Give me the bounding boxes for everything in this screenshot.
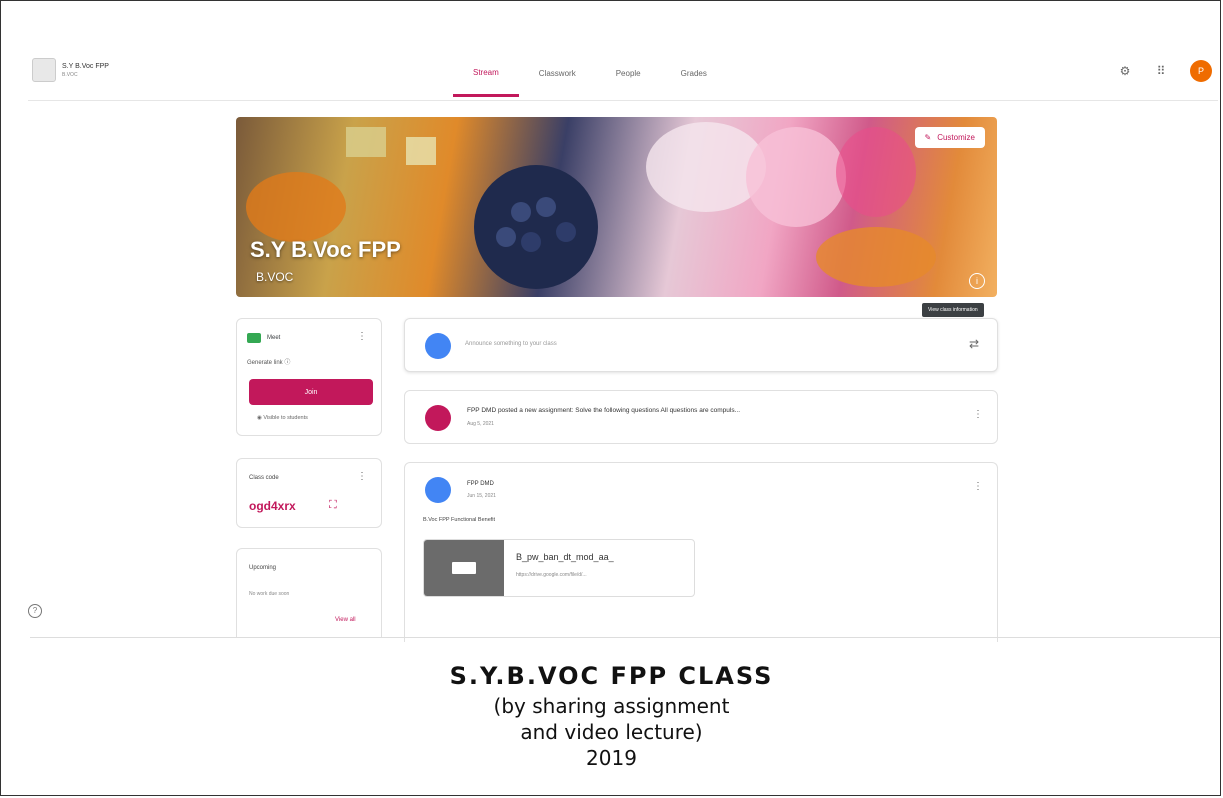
class-brand[interactable]: S.Y B.Voc FPP B.VOC	[32, 58, 109, 82]
author-avatar	[425, 477, 451, 503]
more-vert-icon[interactable]: ⋮	[973, 481, 983, 492]
banner-section: B.VOC	[256, 270, 294, 284]
post-body: B.Voc FPP Functional Benefit	[423, 517, 496, 523]
class-code-value: ogd4xrx	[249, 499, 296, 513]
visibility-note: ◉ Visible to students	[257, 415, 308, 421]
stream-post: FPP DMD Jun 15, 2021 ⋮ B.Voc FPP Functio…	[404, 462, 998, 642]
class-tabs: Stream Classwork People Grades	[453, 50, 727, 100]
meet-icon	[247, 333, 261, 343]
class-code-label: Class code	[249, 475, 279, 481]
visibility-label: Visible to students	[263, 415, 308, 421]
announce-placeholder: Announce something to your class	[465, 341, 557, 347]
assignment-date: Aug 5, 2021	[467, 421, 494, 427]
caption-title: S.Y.B.VOC FPP CLASS	[449, 662, 774, 690]
class-code-card: Class code ⋮ ogd4xrx ⛶	[236, 458, 382, 528]
caption: S.Y.B.VOC FPP CLASS (by sharing assignme…	[0, 662, 1223, 770]
upcoming-title: Upcoming	[249, 565, 277, 571]
assignment-text: FPP DMD posted a new assignment: Solve t…	[467, 407, 741, 414]
tab-classwork[interactable]: Classwork	[519, 50, 596, 97]
class-name: S.Y B.Voc FPP	[62, 62, 109, 70]
upcoming-card: Upcoming No work due soon View all	[236, 548, 382, 638]
tab-people[interactable]: People	[596, 50, 661, 97]
top-app-bar: S.Y B.Voc FPP B.VOC Stream Classwork Peo…	[28, 50, 1218, 101]
fullscreen-icon[interactable]: ⛶	[329, 499, 337, 512]
assignment-item[interactable]: FPP DMD posted a new assignment: Solve t…	[404, 390, 998, 444]
assignment-icon	[425, 405, 451, 431]
more-vert-icon[interactable]: ⋮	[357, 331, 367, 342]
tooltip: View class information	[922, 303, 984, 317]
caption-line-3: and video lecture)	[520, 720, 703, 744]
customize-button[interactable]: ✎ Customize	[914, 127, 985, 148]
attachment-title: B_pw_ban_dt_mod_aa_	[516, 552, 614, 562]
view-all-link[interactable]: View all	[335, 617, 356, 623]
join-button[interactable]: Join	[249, 379, 373, 405]
more-vert-icon[interactable]: ⋮	[973, 409, 983, 420]
settings-icon[interactable]: ⚙	[1118, 64, 1132, 78]
repost-icon[interactable]: ⇄	[969, 337, 979, 351]
banner-image	[246, 122, 936, 289]
generate-link[interactable]: Generate link ⓘ	[247, 357, 290, 366]
caption-line-2: (by sharing assignment	[493, 694, 730, 718]
attachment-card[interactable]: B_pw_ban_dt_mod_aa_ https://drive.google…	[423, 539, 695, 597]
meet-header: Meet	[247, 333, 280, 343]
caption-divider	[30, 637, 1220, 638]
account-avatar[interactable]: P	[1190, 60, 1212, 82]
banner-title: S.Y B.Voc FPP	[250, 237, 401, 262]
menu-icon[interactable]	[32, 58, 56, 82]
tab-grades[interactable]: Grades	[661, 50, 727, 97]
brand-text: S.Y B.Voc FPP B.VOC	[62, 63, 109, 78]
announce-box[interactable]: Announce something to your class ⇄	[404, 318, 998, 372]
post-date: Jun 15, 2021	[467, 493, 496, 499]
meet-label: Meet	[267, 335, 281, 341]
apps-grid-icon[interactable]: ⠿	[1154, 64, 1168, 78]
eye-icon: ◉	[257, 415, 262, 421]
attachment-thumbnail	[424, 540, 504, 596]
meet-card: Meet ⋮ Generate link ⓘ Join ◉ Visible to…	[236, 318, 382, 436]
top-right-actions: ⚙ ⠿ P	[1118, 60, 1212, 82]
customize-label: Customize	[937, 133, 975, 142]
generate-link-label: Generate link	[247, 360, 283, 366]
class-section: B.VOC	[62, 71, 78, 78]
info-icon[interactable]: i	[969, 273, 985, 289]
help-icon[interactable]: ?	[28, 604, 42, 618]
attachment-url: https://drive.google.com/file/d/...	[516, 572, 587, 578]
class-banner: S.Y B.Voc FPP B.VOC ✎ Customize i	[236, 117, 997, 297]
user-avatar	[425, 333, 451, 359]
tab-stream[interactable]: Stream	[453, 50, 519, 97]
more-vert-icon[interactable]: ⋮	[357, 471, 367, 482]
caption-year: 2019	[586, 746, 637, 770]
upcoming-note: No work due soon	[249, 591, 290, 597]
post-author: FPP DMD	[467, 481, 494, 487]
pencil-icon: ✎	[924, 133, 932, 142]
